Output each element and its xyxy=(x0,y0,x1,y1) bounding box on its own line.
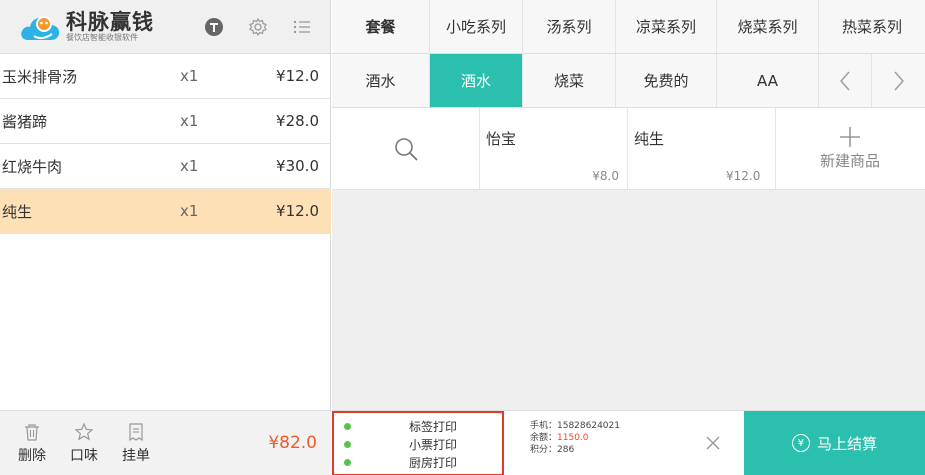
order-footer: 删除 口味 挂单 ¥82.0 xyxy=(0,410,331,475)
order-item-name: 纯生 xyxy=(2,202,33,221)
product-name: 怡宝 xyxy=(486,130,517,148)
order-row[interactable]: 玉米排骨汤 x1 ¥12.0 xyxy=(0,54,331,99)
flavor-label: 口味 xyxy=(70,448,98,464)
flavor-button[interactable]: 口味 xyxy=(62,421,106,465)
brand-title: 科脉赢钱 xyxy=(66,9,154,34)
hold-label: 挂单 xyxy=(122,448,150,464)
chevron-left-icon xyxy=(840,71,850,90)
close-icon xyxy=(706,436,720,450)
product-grid: 怡宝 ¥8.0 纯生 ¥12.0 新建商品 xyxy=(332,108,925,190)
member-balance-label: 余额： xyxy=(530,433,558,443)
kitchen-print-label: 厨房打印 xyxy=(409,456,458,470)
category-tab[interactable]: 烧菜 xyxy=(523,54,616,107)
brand-subtitle: 餐饮店智能收银软件 xyxy=(66,32,138,42)
category-tab[interactable]: 凉菜系列 xyxy=(616,0,717,53)
category-tab[interactable]: 免费的 xyxy=(616,54,717,107)
receipt-print-label: 小票打印 xyxy=(409,438,458,452)
checkout-button[interactable]: ¥ 马上结算 xyxy=(744,411,925,475)
status-dot xyxy=(344,423,351,430)
search-button[interactable] xyxy=(332,108,480,189)
order-item-qty: x1 xyxy=(180,112,199,130)
list-icon[interactable] xyxy=(292,17,312,37)
receipt-print-status: 小票打印 xyxy=(344,436,494,453)
star-icon xyxy=(74,421,94,443)
member-points: 积分：286 xyxy=(530,445,575,455)
order-list: 玉米排骨汤 x1 ¥12.0 酱猪蹄 x1 ¥28.0 红烧牛肉 x1 ¥30.… xyxy=(0,54,331,234)
order-row-selected[interactable]: 纯生 x1 ¥12.0 xyxy=(0,189,331,234)
product-price: ¥8.0 xyxy=(592,169,619,183)
order-item-price: ¥12.0 xyxy=(276,202,319,220)
category-tab[interactable]: 套餐 xyxy=(332,0,430,53)
order-item-qty: x1 xyxy=(180,67,199,85)
label-print-label: 标签打印 xyxy=(409,420,458,434)
label-print-status: 标签打印 xyxy=(344,418,494,435)
order-item-name: 玉米排骨汤 xyxy=(2,67,78,86)
order-total: ¥82.0 xyxy=(268,433,317,453)
delete-label: 删除 xyxy=(18,448,46,464)
category-tab-active[interactable]: 酒水 xyxy=(430,54,523,107)
order-item-price: ¥30.0 xyxy=(276,157,319,175)
category-tab[interactable]: 热菜系列 xyxy=(819,0,925,53)
product-tile[interactable]: 纯生 ¥12.0 xyxy=(628,108,776,189)
member-balance: 1150.0 xyxy=(557,433,589,443)
new-product-label: 新建商品 xyxy=(819,152,880,170)
brand-bar: 科脉赢钱 餐饮店智能收银软件 xyxy=(0,0,330,54)
checkout-bar: 标签打印 小票打印 厨房打印 手机：15828624021 余额：1150.0 … xyxy=(332,410,925,475)
receipt-icon xyxy=(127,421,145,443)
order-item-price: ¥28.0 xyxy=(276,112,319,130)
member-info: 手机：15828624021 余额：1150.0 积分：286 xyxy=(504,411,682,475)
order-item-qty: x1 xyxy=(180,157,199,175)
category-tab[interactable]: 小吃系列 xyxy=(430,0,523,53)
yen-coin-icon: ¥ xyxy=(791,434,810,452)
product-panel: 套餐 小吃系列 汤系列 凉菜系列 烧菜系列 热菜系列 酒水 酒水 烧菜 免费的 … xyxy=(332,0,925,475)
gear-icon[interactable] xyxy=(248,17,268,37)
new-product-button[interactable]: 新建商品 xyxy=(776,108,924,189)
product-tile[interactable]: 怡宝 ¥8.0 xyxy=(480,108,628,189)
order-item-name: 酱猪蹄 xyxy=(2,112,48,131)
category-tab[interactable]: AA xyxy=(717,54,819,107)
print-status-box[interactable]: 标签打印 小票打印 厨房打印 xyxy=(332,411,504,475)
search-icon xyxy=(394,137,418,161)
product-name: 纯生 xyxy=(634,130,665,148)
member-phone: 手机：15828624021 xyxy=(530,421,620,431)
kitchen-print-status: 厨房打印 xyxy=(344,454,494,471)
category-tab[interactable]: 汤系列 xyxy=(523,0,616,53)
order-item-price: ¥12.0 xyxy=(276,67,319,85)
category-row-1: 套餐 小吃系列 汤系列 凉菜系列 烧菜系列 热菜系列 xyxy=(332,0,925,54)
plus-icon xyxy=(840,127,860,147)
checkout-label: 马上结算 xyxy=(816,434,877,453)
brand-logo-icon xyxy=(20,10,62,44)
hold-order-button[interactable]: 挂单 xyxy=(114,421,158,465)
order-panel: 科脉赢钱 餐饮店智能收银软件 玉米排骨汤 x1 ¥12.0 酱猪蹄 x1 ¥28… xyxy=(0,0,331,475)
prev-page-button[interactable] xyxy=(819,54,872,107)
status-dot xyxy=(344,441,351,448)
trash-icon xyxy=(23,421,41,443)
status-dot xyxy=(344,459,351,466)
category-tab[interactable]: 酒水 xyxy=(332,54,430,107)
category-row-2: 酒水 酒水 烧菜 免费的 AA xyxy=(332,54,925,108)
member-balance-line: 余额：1150.0 xyxy=(530,432,682,444)
next-page-button[interactable] xyxy=(872,54,925,107)
order-item-qty: x1 xyxy=(180,202,199,220)
order-row[interactable]: 酱猪蹄 x1 ¥28.0 xyxy=(0,99,331,144)
order-row[interactable]: 红烧牛肉 x1 ¥30.0 xyxy=(0,144,331,189)
membership-icon[interactable] xyxy=(204,17,224,37)
chevron-right-icon xyxy=(893,71,904,90)
delete-button[interactable]: 删除 xyxy=(10,421,54,465)
order-item-name: 红烧牛肉 xyxy=(2,157,63,176)
product-price: ¥12.0 xyxy=(726,169,761,183)
category-tab[interactable]: 烧菜系列 xyxy=(717,0,819,53)
clear-member-button[interactable] xyxy=(682,411,744,475)
